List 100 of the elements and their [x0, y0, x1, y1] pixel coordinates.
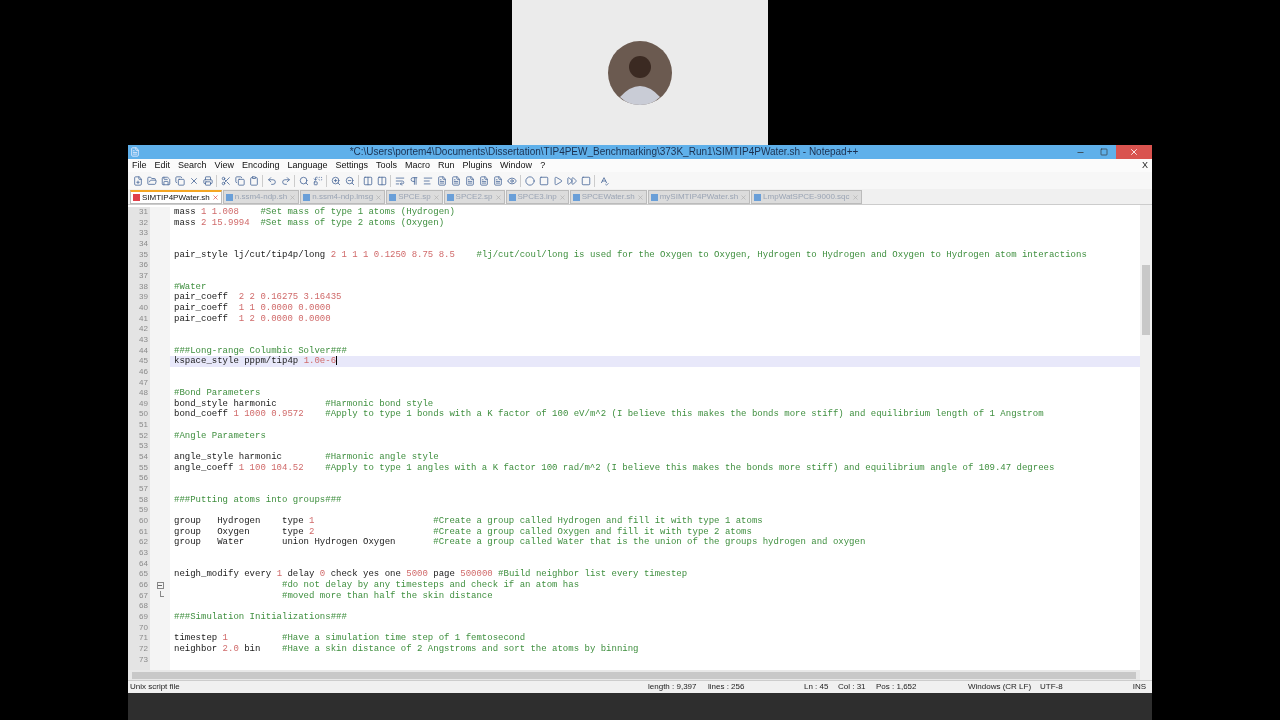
line-number: 33 [138, 228, 149, 239]
toolbar-icon[interactable] [408, 175, 419, 186]
toolbar-icon[interactable] [312, 175, 323, 186]
toolbar-icon[interactable] [146, 175, 157, 186]
line-number: 41 [138, 313, 149, 325]
menu-item[interactable]: Language [283, 161, 332, 170]
toolbar-icon[interactable] [422, 175, 433, 186]
code-line: angle_coeff 1 100 104.52 #Apply to type 1 angles with a K factor 100 rad/m^2 (I believe this makes the bonds more stiff) and equilibrium angle of 109.47 degrees [173, 462, 1055, 474]
line-number: 69 [138, 611, 149, 623]
toolbar-icon[interactable] [266, 175, 277, 186]
toolbar-icon[interactable] [330, 175, 341, 186]
avatar-icon [608, 40, 672, 105]
menu-item[interactable]: Edit [150, 161, 175, 170]
code-line: #do not delay by any timesteps and check if an atom has [281, 579, 580, 591]
code-line: bond_coeff 1 1000 0.9572 #Apply to type 1 bonds with a K factor of 100 eV/m^2 (I believe this makes the bonds more stiff) and equilibrium length of 1 Angstrom [173, 409, 1044, 421]
file-icon [572, 193, 580, 201]
menu-item[interactable]: ? [536, 161, 550, 170]
file-tab[interactable]: SIMTIP4PWater.sh [130, 190, 222, 204]
file-icon [133, 194, 140, 201]
line-number: 61 [138, 526, 149, 538]
code-line: #Bond Parameters [173, 388, 261, 399]
menu-item[interactable]: Settings [331, 161, 373, 170]
menu-item[interactable]: Search [174, 161, 211, 170]
file-type-label: Unix script file [129, 681, 181, 693]
menu-item[interactable]: Plugins [458, 161, 497, 170]
toolbar-icon[interactable] [202, 175, 213, 186]
close-icon [1129, 147, 1139, 157]
menu-item[interactable]: Window [496, 161, 537, 170]
file-icon [754, 193, 762, 201]
line-number: 65 [138, 569, 149, 580]
line-number: 50 [138, 409, 149, 421]
toolbar-icon[interactable] [234, 175, 245, 186]
line-number: 58 [138, 494, 149, 506]
tab-label: SPCEWater.sh [581, 191, 635, 203]
line-number: 37 [138, 270, 149, 282]
menu-item[interactable]: Run [434, 161, 459, 170]
close-icon[interactable] [211, 194, 219, 201]
toolbar-icon[interactable] [160, 175, 171, 186]
menu-item[interactable]: View [210, 161, 238, 170]
code-line: ###Putting atoms into groups### [173, 494, 342, 506]
vertical-scrollbar[interactable] [1140, 205, 1152, 680]
toolbar-icon[interactable] [344, 175, 355, 186]
code-line: group Water union Hydrogen Oxygen #Create a group called Water that is the union of the groups hydrogen and oxygen [173, 537, 866, 548]
toolbar-icon[interactable] [538, 175, 549, 186]
line-number: 66 [138, 579, 149, 591]
toolbar-icon[interactable] [478, 175, 489, 186]
close-button[interactable] [1116, 145, 1152, 159]
line-number: 45 [138, 356, 149, 367]
toolbar-icon[interactable] [450, 175, 461, 186]
menu-item[interactable]: File [128, 161, 151, 170]
tab-label: mySIMTIP4PWater.sh [659, 191, 739, 203]
code-line: neighbor 2.0 bin #Have a skin distance of 2 Angstroms and sort the atoms by binning [173, 643, 639, 655]
maximize-icon[interactable] [1100, 148, 1108, 156]
toolbar-icon[interactable] [566, 175, 577, 186]
toolbar-icon[interactable] [376, 175, 387, 186]
file-icon [650, 193, 658, 201]
toolbar-icon[interactable] [220, 175, 231, 186]
toolbar-icon[interactable] [598, 175, 609, 186]
toolbar-icon[interactable] [362, 175, 373, 186]
toolbar-icon[interactable] [464, 175, 475, 186]
menu-item[interactable]: Macro [401, 161, 435, 170]
lines-label: lines : 256 [708, 681, 746, 693]
code-line: bond_style harmonic #Harmonic bond style [173, 398, 434, 409]
line-number: 62 [138, 537, 149, 548]
menu-item[interactable]: Tools [372, 161, 402, 170]
fold-icon[interactable] [156, 581, 164, 589]
code-line: angle_style harmonic #Harmonic angle style [173, 452, 439, 463]
line-number: 42 [138, 324, 149, 335]
toolbar-icon[interactable] [248, 175, 259, 186]
toolbar-icon[interactable] [174, 175, 185, 186]
line-number: 54 [138, 452, 149, 463]
horizontal-scrollbar[interactable] [128, 670, 1140, 680]
file-icon [446, 193, 454, 201]
toolbar-icon[interactable] [436, 175, 447, 186]
toolbar-icon[interactable] [188, 175, 199, 186]
toolbar-icon[interactable] [506, 175, 517, 186]
toolbar-icon[interactable] [394, 175, 405, 186]
toolbar-icon[interactable] [580, 175, 591, 186]
line-number: 67 [138, 590, 149, 602]
menu-item[interactable]: Encoding [237, 161, 284, 170]
toolbar-icon[interactable] [552, 175, 563, 186]
toolbar-icon[interactable] [132, 175, 143, 186]
code-line: #moved more than half the skin distance [281, 590, 493, 602]
code-line: mass 1 1.008 #Set mass of type 1 atoms (Hydrogen) [173, 207, 455, 218]
line-number: 60 [138, 516, 149, 527]
code-line: #Angle Parameters [173, 430, 266, 442]
line-position-label: Ln : 45 [804, 681, 830, 693]
toolbar-icon[interactable] [280, 175, 291, 186]
app-icon [130, 147, 140, 157]
position-label: Pos : 1,652 [876, 681, 918, 693]
line-number: 55 [138, 462, 149, 474]
line-number: 73 [138, 654, 149, 666]
code-line: pair_coeff 1 2 0.0000 0.0000 [173, 313, 331, 325]
toolbar-icon[interactable] [492, 175, 503, 186]
toolbar-icon[interactable] [298, 175, 309, 186]
toolbar-icon[interactable] [524, 175, 535, 186]
close-document-button[interactable]: X [1138, 161, 1152, 170]
line-number: 49 [138, 398, 149, 410]
line-number: 44 [138, 345, 149, 357]
line-number: 57 [138, 484, 149, 495]
